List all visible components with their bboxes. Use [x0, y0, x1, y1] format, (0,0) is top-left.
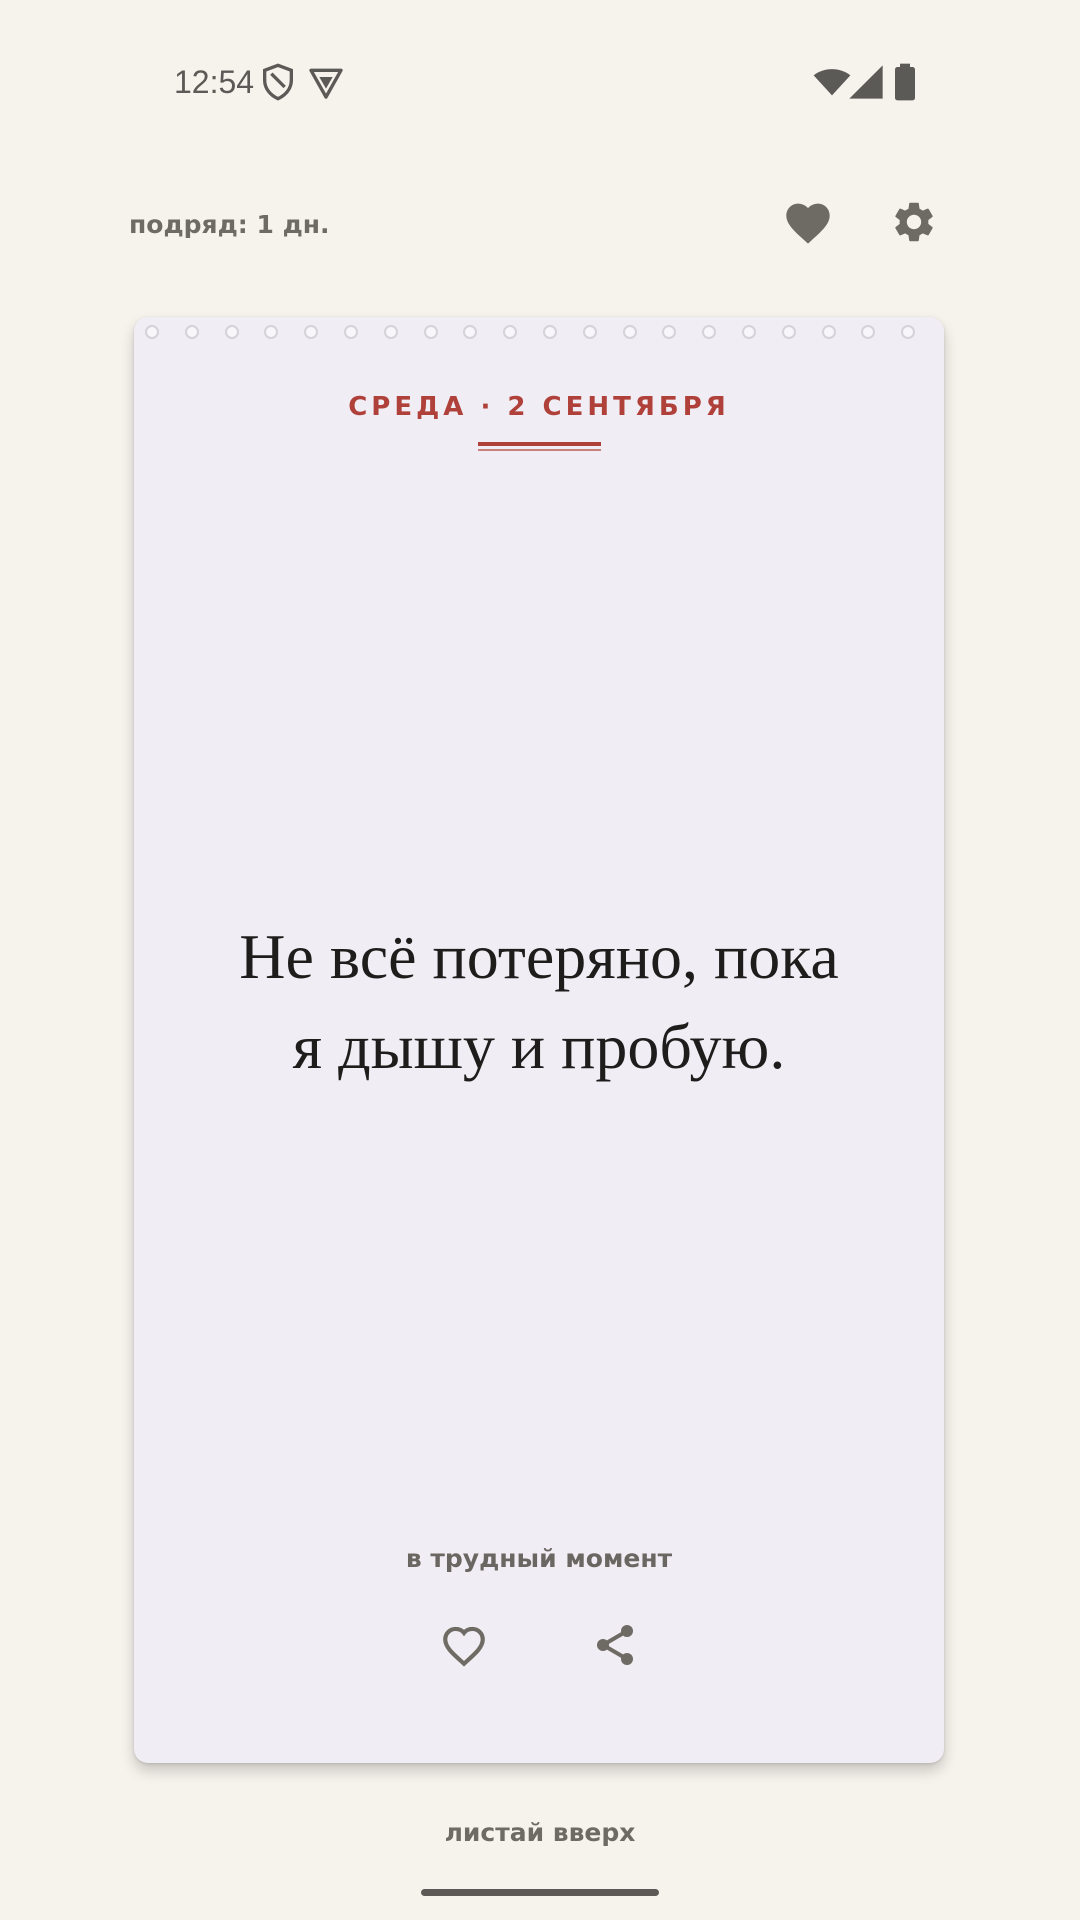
binder-hole	[344, 325, 358, 339]
binder-hole	[184, 325, 199, 339]
binder-hole	[304, 325, 319, 339]
share-icon	[591, 1621, 639, 1673]
binder-hole	[901, 325, 916, 339]
streak-counter: подряд: 1 дн.	[129, 210, 330, 239]
share-button[interactable]	[585, 1617, 645, 1677]
binder-hole	[463, 325, 478, 339]
swipe-hint: листай вверх	[444, 1818, 636, 1847]
heart-filled-icon	[782, 198, 834, 250]
binder-hole	[503, 325, 518, 339]
quote-category: в трудный момент	[405, 1544, 673, 1573]
binder-hole	[742, 325, 756, 339]
status-bar: 12:54	[0, 0, 1080, 160]
favorites-button[interactable]	[780, 196, 836, 252]
date-underline	[478, 442, 601, 451]
binder-hole	[423, 325, 438, 339]
binder-holes	[134, 317, 944, 347]
binder-hole	[821, 325, 836, 339]
gesture-nav-handle[interactable]	[421, 1889, 659, 1896]
binder-hole	[383, 325, 398, 339]
card-date: СРЕДА · 2 СЕНТЯБРЯ	[348, 392, 730, 422]
quote-line: Не всё потеряно, пока	[239, 921, 839, 992]
vpn-icon	[306, 62, 346, 102]
quote-line: я дышу и пробую.	[292, 1011, 786, 1082]
binder-hole	[861, 325, 876, 339]
binder-hole	[224, 325, 239, 339]
heart-outline-icon	[439, 1622, 489, 1672]
binder-hole	[264, 325, 279, 339]
quote-card[interactable]: СРЕДА · 2 СЕНТЯБРЯ Не всё потеряно, пока…	[134, 317, 944, 1763]
binder-hole	[702, 325, 717, 339]
signal-icon	[846, 62, 886, 102]
binder-hole	[781, 325, 796, 339]
shield-icon	[258, 62, 298, 102]
binder-hole	[582, 325, 597, 339]
binder-hole	[145, 325, 159, 339]
settings-button[interactable]	[886, 196, 942, 252]
binder-hole	[662, 325, 677, 339]
binder-hole	[543, 325, 557, 339]
binder-hole	[622, 325, 637, 339]
gear-icon	[890, 198, 938, 250]
battery-icon	[885, 62, 925, 102]
like-button[interactable]	[434, 1617, 494, 1677]
quote-text: Не всё потеряно, пока я дышу и пробую.	[174, 912, 904, 1092]
status-time: 12:54	[174, 64, 255, 100]
